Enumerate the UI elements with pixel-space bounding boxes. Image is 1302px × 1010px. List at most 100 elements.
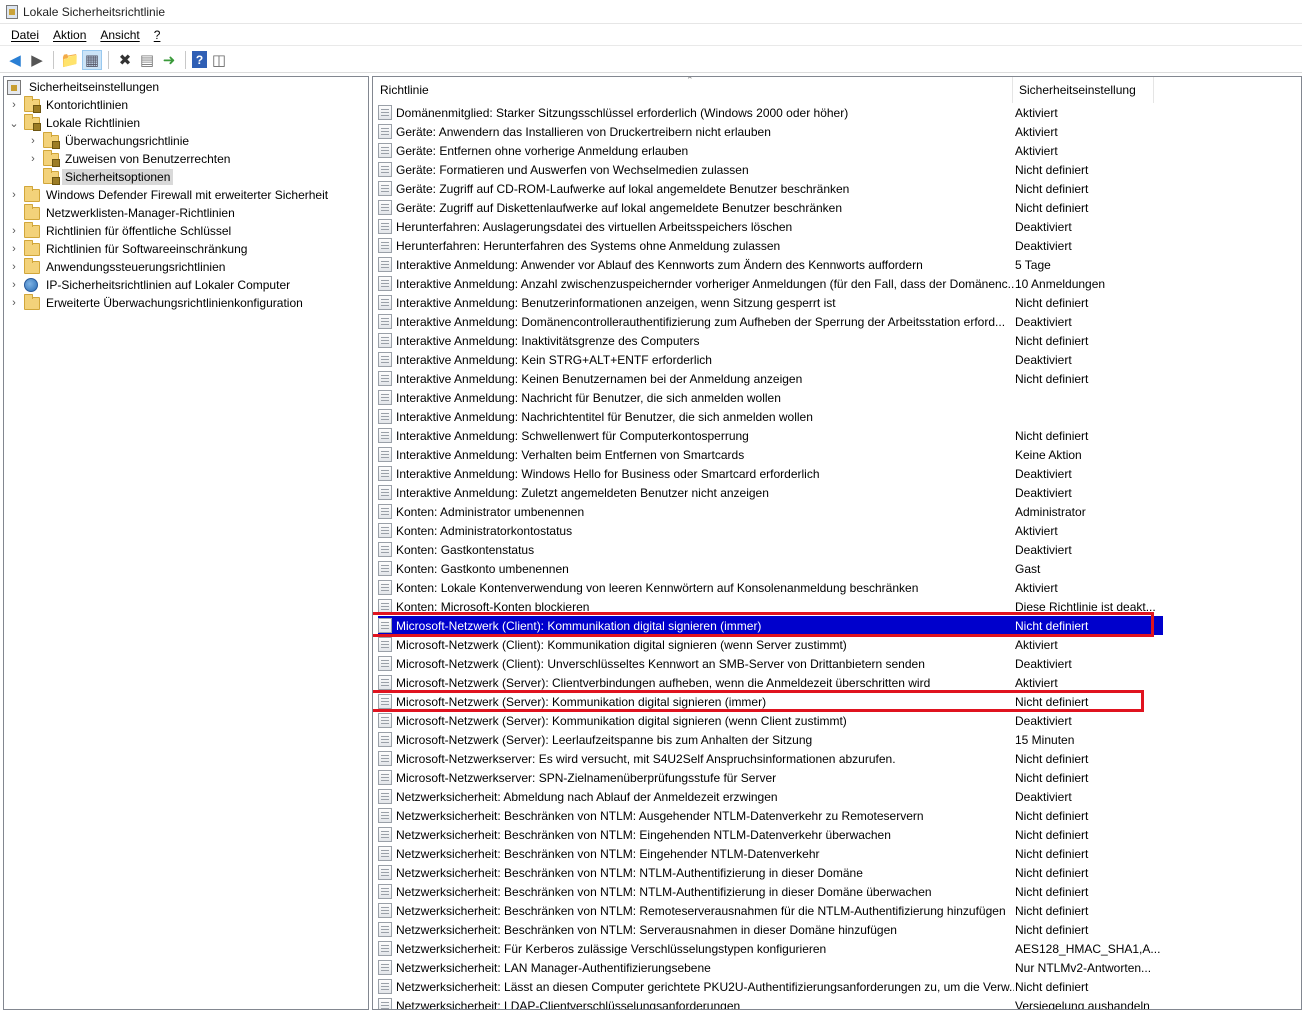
tree-item-zuweisen-benutzerrechten[interactable]: › Zuweisen von Benutzerrechten bbox=[27, 149, 233, 168]
column-header-policy[interactable]: Richtlinie bbox=[373, 77, 1013, 103]
policy-row[interactable]: Konten: Gastkontenstatus Deaktiviert bbox=[378, 540, 1168, 559]
policy-row[interactable]: Interaktive Anmeldung: Windows Hello for… bbox=[378, 464, 1168, 483]
policy-name: Microsoft-Netzwerk (Server): Kommunikati… bbox=[396, 694, 767, 709]
back-arrow-icon[interactable]: ◀ bbox=[5, 50, 25, 70]
chevron-right-icon[interactable]: › bbox=[27, 135, 39, 147]
properties-icon[interactable]: ▤ bbox=[137, 50, 157, 70]
menu-ansicht[interactable]: Ansicht bbox=[93, 28, 146, 42]
policy-row[interactable]: Interaktive Anmeldung: Zuletzt angemelde… bbox=[378, 483, 1168, 502]
policy-setting-value: Nicht definiert bbox=[1015, 295, 1089, 310]
policy-row[interactable]: Netzwerksicherheit: Beschränken von NTLM… bbox=[378, 806, 1168, 825]
policy-row[interactable]: Netzwerksicherheit: Beschränken von NTLM… bbox=[378, 863, 1168, 882]
policy-row[interactable]: Konten: Administratorkontostatus Aktivier… bbox=[378, 521, 1168, 540]
policy-document-icon bbox=[378, 770, 392, 785]
policy-row[interactable]: Netzwerksicherheit: Beschränken von NTLM… bbox=[378, 825, 1168, 844]
policy-row[interactable]: Konten: Lokale Kontenverwendung von leer… bbox=[378, 578, 1168, 597]
policy-row[interactable]: Netzwerksicherheit: LDAP-Clientverschlüs… bbox=[378, 996, 1168, 1009]
policy-row[interactable]: Interaktive Anmeldung: Kein STRG+ALT+ENT… bbox=[378, 350, 1168, 369]
chevron-down-icon[interactable]: ⌄ bbox=[8, 117, 20, 130]
policy-row[interactable]: Domänenmitglied: Starker Sitzungsschlüss… bbox=[378, 103, 1168, 122]
action-pane-icon[interactable]: ◫ bbox=[209, 50, 229, 70]
policy-row[interactable]: Netzwerksicherheit: Beschränken von NTLM… bbox=[378, 920, 1168, 939]
tree-root-security-settings[interactable]: Sicherheitseinstellungen bbox=[7, 78, 162, 96]
tree-item-ueberwachungsrichtlinie[interactable]: › Überwachungsrichtlinie bbox=[27, 131, 192, 150]
tree-item-oeffentliche-schluessel[interactable]: › Richtlinien für öffentliche Schlüssel bbox=[8, 221, 234, 240]
policy-document-icon bbox=[378, 561, 392, 576]
policy-name: Interaktive Anmeldung: Anwender vor Abla… bbox=[396, 257, 923, 272]
policy-row[interactable]: Microsoft-Netzwerk (Client): Unverschlüs… bbox=[378, 654, 1168, 673]
chevron-right-icon[interactable]: › bbox=[8, 279, 20, 291]
policy-row[interactable]: Geräte: Entfernen ohne vorherige Anmeldu… bbox=[378, 141, 1168, 160]
policy-row[interactable]: Microsoft-Netzwerk (Client): Kommunikati… bbox=[378, 635, 1168, 654]
show-hide-tree-icon[interactable]: ▦ bbox=[82, 49, 102, 70]
menu-help[interactable]: ? bbox=[147, 28, 168, 42]
policy-name: Domänenmitglied: Starker Sitzungsschlüss… bbox=[396, 105, 849, 120]
policy-row[interactable]: Microsoft-Netzwerkserver: Es wird versuc… bbox=[378, 749, 1168, 768]
help-icon[interactable]: ? bbox=[192, 51, 207, 68]
folder-icon bbox=[43, 167, 60, 185]
menu-datei[interactable]: Datei bbox=[4, 28, 46, 42]
chevron-right-icon[interactable]: › bbox=[8, 243, 20, 255]
column-header-setting[interactable]: Sicherheitseinstellung bbox=[1014, 77, 1154, 103]
policy-row[interactable]: Microsoft-Netzwerk (Client): Kommunikati… bbox=[378, 616, 1163, 635]
policy-row[interactable]: Herunterfahren: Auslagerungsdatei des vi… bbox=[378, 217, 1168, 236]
policy-row[interactable]: Interaktive Anmeldung: Benutzerinformati… bbox=[378, 293, 1168, 312]
policy-name: Netzwerksicherheit: Abmeldung nach Ablau… bbox=[396, 789, 778, 804]
policy-row[interactable]: Microsoft-Netzwerk (Server): Clientverbi… bbox=[378, 673, 1168, 692]
chevron-right-icon[interactable]: › bbox=[8, 261, 20, 273]
policy-list-view[interactable]: ⌃ Richtlinie Sicherheitseinstellung Domä… bbox=[372, 76, 1302, 1010]
policy-row[interactable]: Microsoft-Netzwerkserver: SPN-Zielnamenü… bbox=[378, 768, 1168, 787]
policy-name: Interaktive Anmeldung: Kein STRG+ALT+ENT… bbox=[396, 352, 712, 367]
policy-setting-value: Nicht definiert bbox=[1015, 979, 1089, 994]
policy-row[interactable]: Netzwerksicherheit: Für Kerberos zulässi… bbox=[378, 939, 1168, 958]
policy-row[interactable]: Konten: Administrator umbenennen Administ… bbox=[378, 502, 1168, 521]
policy-row[interactable]: Interaktive Anmeldung: Schwellenwert für… bbox=[378, 426, 1168, 445]
policy-row[interactable]: Interaktive Anmeldung: Nachricht für Ben… bbox=[378, 388, 1168, 407]
policy-row[interactable]: Microsoft-Netzwerk (Server): Leerlaufzei… bbox=[378, 730, 1168, 749]
policy-row[interactable]: Netzwerksicherheit: Abmeldung nach Ablau… bbox=[378, 787, 1168, 806]
policy-row[interactable]: Netzwerksicherheit: Lässt an diesen Comp… bbox=[378, 977, 1168, 996]
policy-row[interactable]: Netzwerksicherheit: Beschränken von NTLM… bbox=[378, 844, 1168, 863]
delete-icon[interactable]: ✖ bbox=[115, 50, 135, 70]
tree-item-anwendungssteuerung[interactable]: › Anwendungssteuerungsrichtlinien bbox=[8, 257, 228, 276]
tree-item-netzwerklisten-manager[interactable]: Netzwerklisten-Manager-Richtlinien bbox=[24, 203, 238, 222]
policy-row[interactable]: Konten: Gastkonto umbenennen Gast bbox=[378, 559, 1168, 578]
policy-row[interactable]: Interaktive Anmeldung: Domänencontroller… bbox=[378, 312, 1168, 331]
up-folder-icon[interactable]: 📁 bbox=[60, 50, 80, 70]
policy-row[interactable]: Netzwerksicherheit: Beschränken von NTLM… bbox=[378, 882, 1168, 901]
forward-arrow-icon[interactable]: ▶ bbox=[27, 50, 47, 70]
chevron-right-icon[interactable]: › bbox=[27, 153, 39, 165]
policy-row[interactable]: Interaktive Anmeldung: Keinen Benutzerna… bbox=[378, 369, 1168, 388]
policy-row[interactable]: Interaktive Anmeldung: Nachrichtentitel … bbox=[378, 407, 1168, 426]
chevron-right-icon[interactable]: › bbox=[8, 297, 20, 309]
policy-row[interactable]: Microsoft-Netzwerk (Server): Kommunikati… bbox=[378, 692, 1168, 711]
policy-row[interactable]: Microsoft-Netzwerk (Server): Kommunikati… bbox=[378, 711, 1168, 730]
console-tree[interactable]: Sicherheitseinstellungen › Kontorichtlin… bbox=[3, 76, 369, 1010]
policy-row[interactable]: Netzwerksicherheit: LAN Manager-Authenti… bbox=[378, 958, 1168, 977]
export-list-icon[interactable]: ➜ bbox=[159, 50, 179, 70]
tree-item-lokale-richtlinien[interactable]: ⌄ Lokale Richtlinien bbox=[8, 113, 143, 132]
tree-item-sicherheitsoptionen[interactable]: Sicherheitsoptionen bbox=[43, 167, 174, 186]
policy-row[interactable]: Geräte: Zugriff auf Diskettenlaufwerke a… bbox=[378, 198, 1168, 217]
policy-row[interactable]: Konten: Microsoft-Konten blockieren Diese… bbox=[378, 597, 1168, 616]
policy-row[interactable]: Interaktive Anmeldung: Inaktivitätsgrenz… bbox=[378, 331, 1168, 350]
tree-item-ip-sicherheit[interactable]: › IP-Sicherheitsrichtlinien auf Lokaler … bbox=[8, 276, 293, 294]
chevron-right-icon[interactable]: › bbox=[8, 189, 20, 201]
policy-row[interactable]: Geräte: Zugriff auf CD-ROM-Laufwerke auf… bbox=[378, 179, 1168, 198]
policy-row[interactable]: Interaktive Anmeldung: Anwender vor Abla… bbox=[378, 255, 1168, 274]
policy-row[interactable]: Geräte: Anwendern das Installieren von D… bbox=[378, 122, 1168, 141]
policy-row[interactable]: Interaktive Anmeldung: Verhalten beim En… bbox=[378, 445, 1168, 464]
tree-item-defender-firewall[interactable]: › Windows Defender Firewall mit erweiter… bbox=[8, 185, 331, 204]
tree-item-label: Sicherheitsoptionen bbox=[62, 169, 174, 185]
policy-row[interactable]: Herunterfahren: Herunterfahren des Syste… bbox=[378, 236, 1168, 255]
policy-setting-value: Diese Richtlinie ist deakt... bbox=[1015, 599, 1156, 614]
policy-row[interactable]: Interaktive Anmeldung: Anzahl zwischenzu… bbox=[378, 274, 1168, 293]
chevron-right-icon[interactable]: › bbox=[8, 225, 20, 237]
policy-row[interactable]: Netzwerksicherheit: Beschränken von NTLM… bbox=[378, 901, 1168, 920]
menu-aktion[interactable]: Aktion bbox=[46, 28, 93, 42]
tree-item-erweiterte-ueberwachung[interactable]: › Erweiterte Überwachungsrichtlinienkonf… bbox=[8, 293, 306, 312]
tree-item-kontorichtlinien[interactable]: › Kontorichtlinien bbox=[8, 95, 131, 114]
tree-item-softwareeinschraenkung[interactable]: › Richtlinien für Softwareeinschränkung bbox=[8, 239, 250, 258]
policy-row[interactable]: Geräte: Formatieren und Auswerfen von We… bbox=[378, 160, 1168, 179]
chevron-right-icon[interactable]: › bbox=[8, 99, 20, 111]
